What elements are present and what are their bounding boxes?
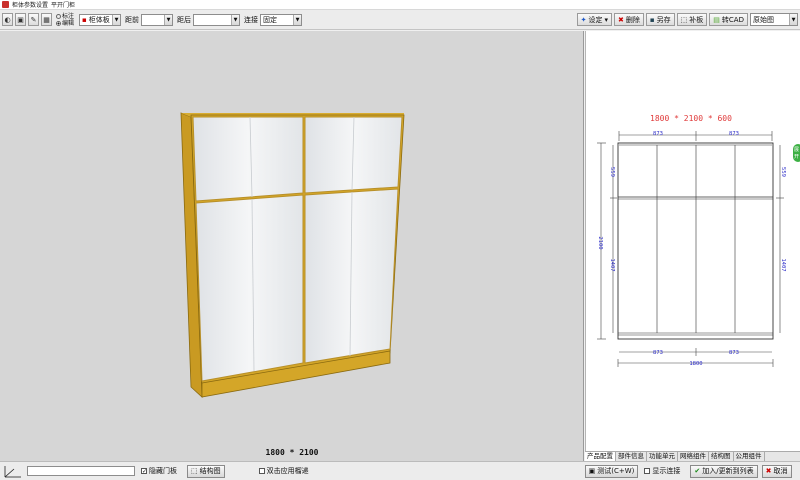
chevron-down-icon: ▾ [604, 15, 609, 24]
drawing-title: 1800 * 2100 * 600 [650, 114, 732, 123]
show-connect-checkbox[interactable]: 显示连接 [644, 466, 680, 476]
cad-icon: ▤ [713, 15, 720, 24]
front-view-icon[interactable]: ▣ [15, 13, 26, 26]
chevron-down-icon[interactable]: ▼ [164, 14, 173, 25]
lower-door-left [195, 194, 304, 382]
chevron-down-icon[interactable]: ▼ [231, 14, 240, 25]
red-marker-icon: ▪ [82, 15, 87, 24]
window-subtitle: 平开门柜 [51, 2, 76, 9]
dim-bottom-left: 873 [653, 350, 663, 356]
wardrobe-3d-render[interactable] [0, 31, 584, 461]
check-icon: ✔ [694, 467, 701, 475]
3d-dimension-label: 1800 * 2100 [265, 448, 319, 457]
window-title: 柜体参数设置 [12, 2, 49, 9]
coordinate-input[interactable] [27, 466, 135, 476]
status-bar: ✓ 隐藏门板 ⬚ 结构图 双击应用榴递 ▣ 测试(C+W) 显示连接 ✔ 加入/… [0, 461, 800, 480]
connect-label: 连接 [244, 15, 259, 24]
patch-button[interactable]: ⬚ 补板 [676, 13, 708, 26]
close-icon: ✖ [765, 467, 772, 475]
pencil-icon[interactable]: ✎ [28, 13, 39, 26]
tab-function-unit[interactable]: 功能单元 [647, 452, 678, 461]
radio-icon[interactable] [56, 13, 61, 19]
test-button[interactable]: ▣ 测试(C+W) [584, 464, 639, 478]
mode-radio-group: 标注 编辑 [56, 13, 74, 27]
dim-upper-right: 559 [780, 167, 786, 177]
back-distance-label: 距后 [177, 15, 192, 24]
bottom-tabs: 产品配置 部件信息 功能单元 网络组件 结构图 公用组件 [585, 451, 800, 461]
chevron-down-icon[interactable]: ▼ [789, 14, 797, 25]
to-cad-button[interactable]: ▤ 转CAD [709, 13, 748, 26]
save-icon: ▪ [649, 15, 655, 24]
toolbar: ◐ ▣ ✎ ▦ 标注 编辑 ▪ 柜体板 ▼ 距前 ▼ 距后 ▼ 连接 固定 ▼ … [0, 10, 800, 30]
delete-icon: ✖ [618, 15, 624, 24]
expand-side-tab[interactable]: 展开 [792, 143, 800, 163]
view-select[interactable]: 原始图 ▼ [750, 13, 798, 26]
chevron-down-icon[interactable]: ▼ [112, 14, 121, 25]
2d-elevation-drawing: 1800 * 2100 * 600 873 873 2100 559 1407 … [597, 114, 786, 367]
tab-structure[interactable]: 结构图 [709, 452, 734, 461]
3d-viewport[interactable]: 1800 * 2100 [0, 31, 584, 461]
checkbox-icon[interactable] [258, 468, 265, 474]
title-bar: 柜体参数设置 平开门柜 [0, 0, 800, 10]
axis-icon [2, 463, 24, 480]
2d-drawing-panel[interactable]: 1800 * 2100 * 600 873 873 2100 559 1407 … [585, 31, 800, 451]
tab-product-config[interactable]: 产品配置 [585, 452, 616, 461]
material-icon[interactable]: ▦ [41, 13, 52, 26]
connect-select[interactable]: 固定 ▼ [260, 13, 303, 26]
double-click-apply-checkbox[interactable]: 双击应用榴递 [258, 466, 309, 476]
mode-radio-edit[interactable]: 编辑 [56, 20, 74, 27]
tab-network-component[interactable]: 网络组件 [678, 452, 709, 461]
dim-total-height: 2100 [597, 236, 603, 249]
delete-button[interactable]: ✖ 删除 [614, 13, 644, 26]
mode-radio-annotate[interactable]: 标注 [56, 13, 74, 20]
dim-total-width: 1800 [689, 361, 702, 367]
upper-door-left [192, 116, 304, 202]
dim-lower-right: 1407 [780, 258, 786, 271]
cabinet-outline [617, 142, 774, 340]
hide-door-checkbox[interactable]: ✓ 隐藏门板 [141, 466, 177, 476]
pin-icon: ✦ [580, 15, 587, 24]
checkbox-checked-icon[interactable]: ✓ [141, 468, 147, 475]
radio-selected-icon[interactable] [56, 20, 61, 26]
test-icon: ▣ [588, 467, 596, 475]
structure-icon: ⬚ [191, 467, 198, 475]
patch-icon: ⬚ [680, 15, 688, 24]
tab-common-component[interactable]: 公用组件 [734, 452, 765, 461]
structure-button[interactable]: ⬚ 结构图 [187, 464, 225, 478]
tab-part-info[interactable]: 部件信息 [616, 452, 647, 461]
component-select[interactable]: ▪ 柜体板 ▼ [79, 13, 122, 26]
dim-upper-left: 559 [609, 167, 615, 177]
front-distance-select[interactable]: ▼ [141, 13, 174, 26]
save-as-button[interactable]: ▪ 另存 [645, 13, 675, 26]
dim-top-right: 873 [729, 131, 739, 137]
app-icon [2, 1, 9, 8]
cancel-button[interactable]: ✖ 取消 [761, 464, 792, 478]
back-distance-select[interactable]: ▼ [193, 13, 241, 26]
dim-top-left: 873 [653, 131, 663, 137]
checkbox-icon[interactable] [644, 468, 651, 474]
front-distance-label: 距前 [125, 15, 140, 24]
chevron-down-icon[interactable]: ▼ [293, 14, 302, 25]
dim-bottom-right: 873 [729, 350, 739, 356]
dim-lower-left: 1407 [609, 258, 615, 271]
add-update-list-button[interactable]: ✔ 加入/更新到列表 [690, 464, 758, 478]
settings-button[interactable]: ✦ 设定 ▾ [576, 13, 613, 26]
right-toolbar: ✦ 设定 ▾ ✖ 删除 ▪ 另存 ⬚ 补板 ▤ 转CAD 原始图 ▼ [576, 13, 798, 26]
rotate-view-icon[interactable]: ◐ [2, 13, 13, 26]
